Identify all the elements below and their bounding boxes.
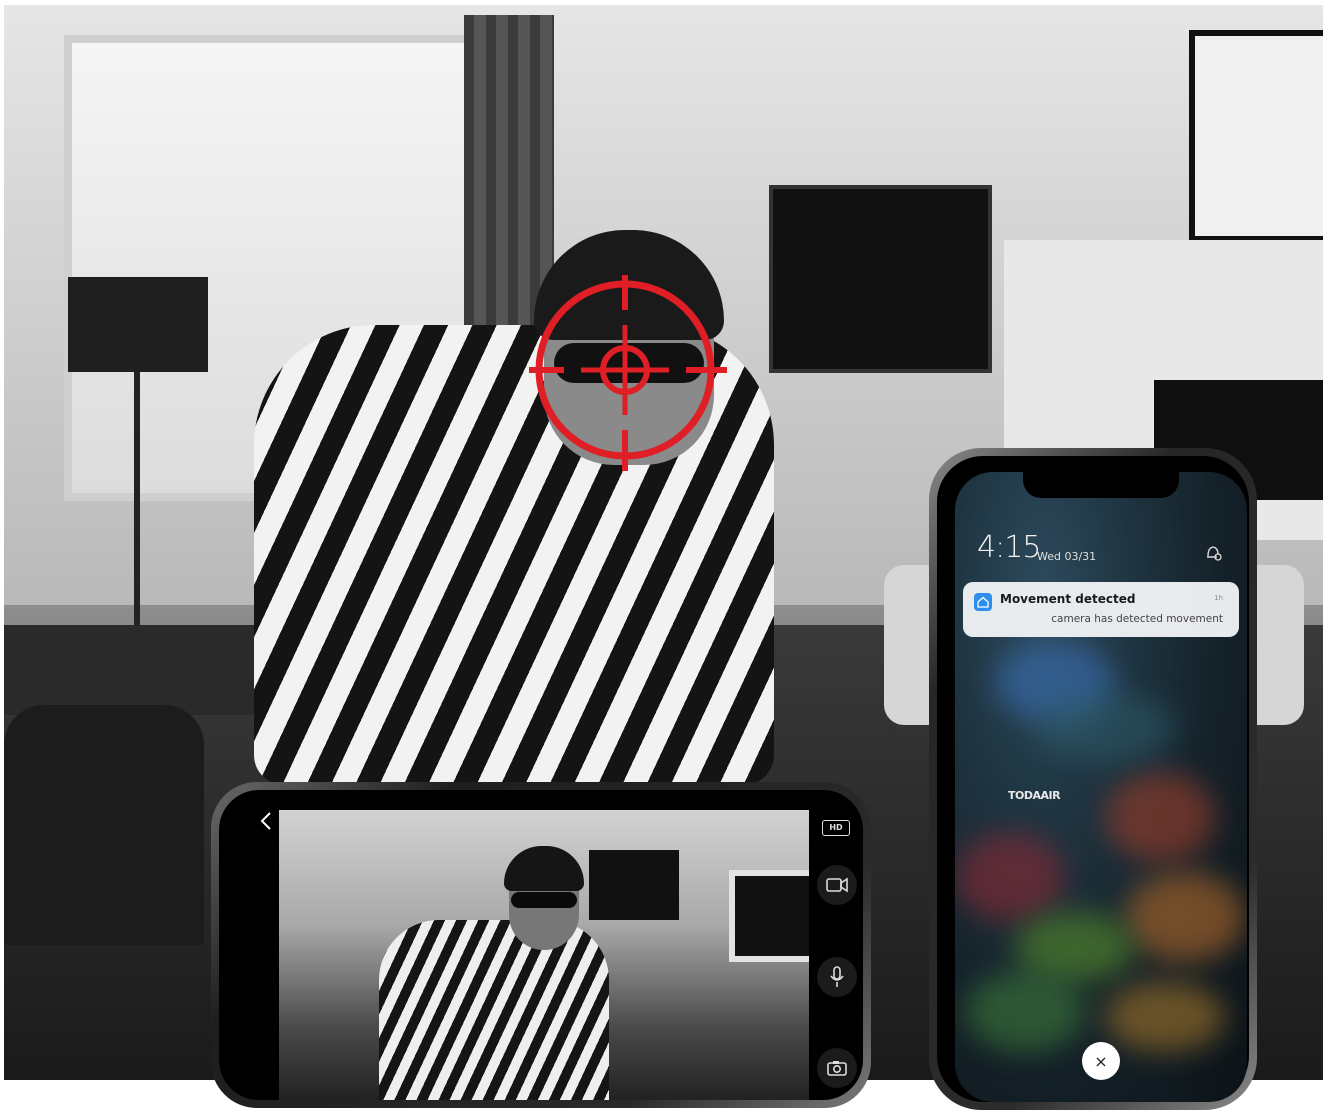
notification-title: Movement detected [1000, 592, 1136, 606]
close-icon[interactable]: × [1082, 1042, 1120, 1080]
home-icon [974, 593, 992, 611]
microphone-icon[interactable] [817, 957, 857, 997]
notification-message: camera has detected movement [1051, 613, 1223, 625]
notification-age: 1h [1214, 594, 1223, 602]
lock-screen: 4:15 Wed 03/31 Movement detected 1h came… [955, 472, 1247, 1102]
brand-label: TODAAIR [1008, 789, 1061, 802]
camera-icon[interactable] [817, 1048, 857, 1088]
chair [4, 705, 204, 945]
motion-notification[interactable]: Movement detected 1h camera has detected… [963, 582, 1239, 637]
settings-icon[interactable] [1205, 544, 1223, 562]
hd-badge[interactable]: HD [822, 820, 850, 836]
target-crosshair-icon [529, 275, 727, 471]
portrait-phone: 4:15 Wed 03/31 Movement detected 1h came… [929, 448, 1257, 1110]
lock-time: 4:15 [977, 530, 1041, 565]
video-camera-icon[interactable] [817, 865, 857, 905]
landscape-phone: HD [211, 782, 871, 1108]
chevron-left-icon[interactable] [259, 810, 279, 840]
television [769, 185, 992, 373]
camera-controls: HD [809, 810, 864, 1100]
dining-table [4, 625, 264, 715]
floor-lamp-shade [68, 277, 208, 372]
camera-live-view[interactable] [279, 810, 809, 1100]
phone-notch [1023, 472, 1179, 498]
wall-frame [1189, 30, 1323, 242]
lock-date: Wed 03/31 [1037, 550, 1097, 563]
